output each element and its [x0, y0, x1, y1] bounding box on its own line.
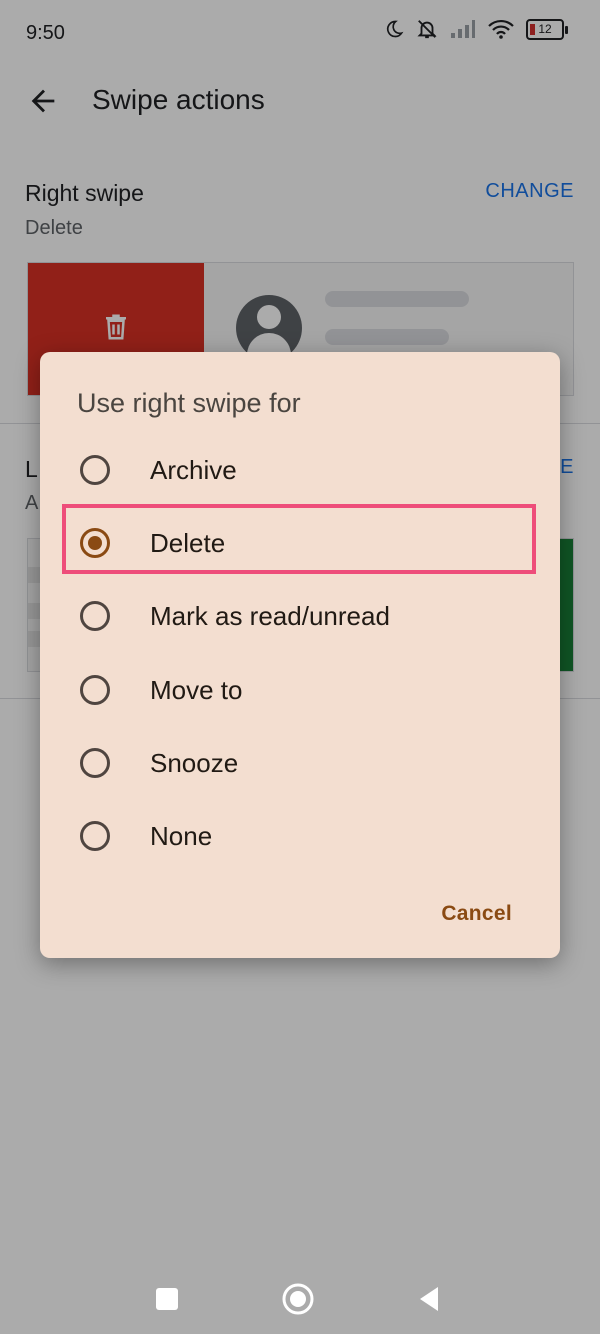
radio-unselected-icon[interactable]: [79, 747, 111, 779]
option-mark-read-unread[interactable]: Mark as read/unread: [40, 581, 560, 651]
selection-highlight-box: [62, 504, 536, 574]
system-nav-bar: [0, 1264, 600, 1334]
option-move-to[interactable]: Move to: [40, 655, 560, 725]
option-label: Snooze: [150, 748, 239, 778]
option-label: Archive: [150, 455, 237, 485]
dialog-title: Use right swipe for: [77, 388, 301, 418]
radio-unselected-icon[interactable]: [79, 820, 111, 852]
radio-unselected-icon[interactable]: [79, 600, 111, 632]
option-label: None: [150, 821, 213, 851]
back-triangle-icon[interactable]: [412, 1282, 446, 1316]
cancel-button[interactable]: Cancel: [441, 902, 512, 926]
option-label: Move to: [150, 675, 243, 705]
radio-unselected-icon[interactable]: [79, 454, 111, 486]
swipe-options-dialog: Use right swipe for Archive Delete Mark …: [40, 352, 560, 958]
radio-unselected-icon[interactable]: [79, 674, 111, 706]
option-snooze[interactable]: Snooze: [40, 728, 560, 798]
home-circle-icon[interactable]: [281, 1282, 315, 1316]
option-archive[interactable]: Archive: [40, 435, 560, 505]
option-label: Mark as read/unread: [150, 601, 390, 631]
option-none[interactable]: None: [40, 801, 560, 871]
recents-square-icon[interactable]: [150, 1282, 184, 1316]
